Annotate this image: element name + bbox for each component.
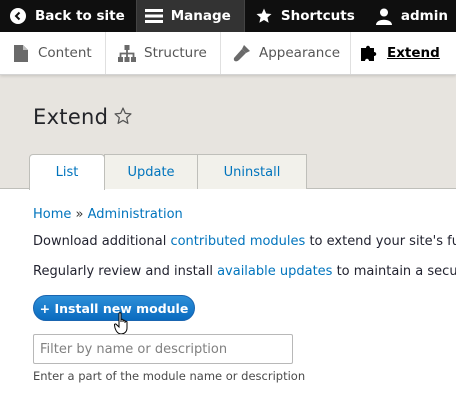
page-title: Extend [33,105,109,129]
shortcuts-label: Shortcuts [280,8,355,24]
breadcrumb: Home » Administration [33,207,183,222]
page-header: Extend List Update Uninstall [0,75,456,190]
paint-brush-icon [233,44,251,62]
tray-item-extend[interactable]: Extend [351,32,456,74]
tray-label-appearance: Appearance [259,45,341,61]
user-label: admin [400,8,448,24]
primary-tabs: List Update Uninstall [29,154,307,190]
shortcuts-menu-button[interactable]: Shortcuts [245,0,365,32]
desc2-text-after: to maintain a secure [336,264,456,279]
breadcrumb-administration-link[interactable]: Administration [88,207,183,222]
shortcut-star-icon[interactable] [113,106,133,130]
tray-label-content: Content [38,45,92,61]
back-to-site-label: Back to site [35,8,125,24]
tray-label-structure: Structure [144,45,207,61]
back-to-site-link[interactable]: Back to site [0,0,136,32]
desc1-text-after: to extend your site's fun [305,234,456,249]
tray-label-extend: Extend [387,45,440,61]
desc1-text-before: Download additional [33,234,171,249]
contributed-modules-link[interactable]: contributed modules [170,234,305,249]
available-updates-link[interactable]: available updates [217,264,332,279]
back-arrow-icon [9,7,27,25]
desc2-text-before: Regularly review and install [33,264,218,279]
puzzle-piece-icon [361,44,379,62]
module-filter-input[interactable] [33,334,293,364]
document-icon [12,44,30,62]
tab-uninstall[interactable]: Uninstall [197,154,307,189]
star-icon [255,7,273,25]
admin-tray: Content Structure Appearance Extend [0,32,456,75]
tab-update[interactable]: Update [104,154,198,189]
user-menu-button[interactable]: admin [365,0,456,32]
tray-item-appearance[interactable]: Appearance [221,32,351,74]
hamburger-menu-icon [144,7,163,25]
manage-label: Manage [170,8,231,24]
filter-hint: Enter a part of the module name or descr… [33,369,306,383]
contributed-modules-description: Download additional contributed modules … [33,234,456,249]
tray-item-content[interactable]: Content [0,32,106,74]
updates-description: Regularly review and install available u… [33,264,456,279]
user-icon [375,7,393,25]
admin-toolbar: Back to site Manage Shortcuts admin [0,0,456,32]
breadcrumb-home-link[interactable]: Home [33,207,71,222]
manage-menu-button[interactable]: Manage [135,0,245,32]
breadcrumb-separator: » [75,207,84,222]
tray-item-structure[interactable]: Structure [106,32,221,74]
structure-icon [118,44,136,62]
tab-list[interactable]: List [29,154,105,190]
